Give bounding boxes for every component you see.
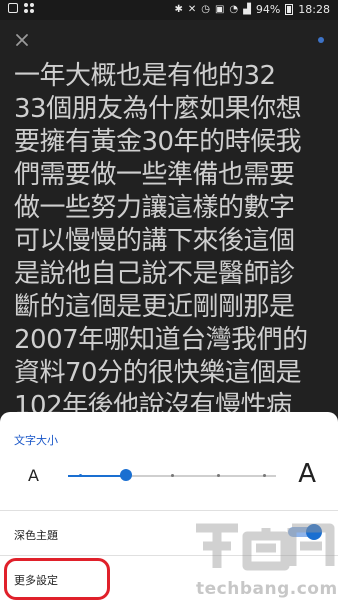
dot-icon[interactable]	[318, 37, 324, 43]
annotation-highlight	[4, 558, 110, 600]
mute-icon: ✕	[187, 3, 197, 15]
font-size-tick[interactable]	[78, 474, 82, 477]
clock: 18:28	[298, 3, 330, 16]
divider	[0, 555, 338, 556]
divider	[0, 510, 338, 511]
font-size-tick[interactable]	[262, 474, 266, 477]
toggle-thumb	[306, 524, 322, 540]
dark-theme-label: 深色主題	[14, 529, 58, 542]
status-bar: ✱ ✕ ◷ ▣ ◔ ▟ 94% 18:28	[0, 0, 338, 20]
font-size-tick[interactable]	[170, 474, 174, 477]
signal-icon: ▟	[243, 3, 251, 15]
close-icon[interactable]	[12, 30, 32, 50]
dark-theme-toggle[interactable]	[288, 524, 322, 540]
bluetooth-icon: ✱	[174, 3, 183, 15]
sim-icon: ▣	[214, 3, 225, 15]
font-size-slider-fill	[68, 475, 126, 477]
battery-icon	[285, 4, 294, 15]
large-font-icon: A	[298, 459, 316, 489]
alarm-icon: ◷	[201, 3, 210, 15]
small-font-icon: A	[28, 466, 39, 485]
wifi-icon: ◔	[229, 3, 239, 15]
settings-sheet: 文字大小 A A 深色主題 更多設定	[0, 412, 338, 600]
font-size-slider-thumb[interactable]	[120, 469, 132, 481]
reader-text: 一年大概也是有他的32 33個朋友為什麼如果你想 要擁有黃金30年的時候我 們需…	[14, 61, 308, 421]
grid-dots-icon	[24, 3, 34, 13]
photo-icon	[8, 3, 18, 13]
battery-percent: 94%	[255, 3, 281, 16]
font-size-title: 文字大小	[14, 434, 58, 447]
reader-toolbar	[0, 20, 338, 60]
font-size-tick[interactable]	[216, 474, 220, 477]
